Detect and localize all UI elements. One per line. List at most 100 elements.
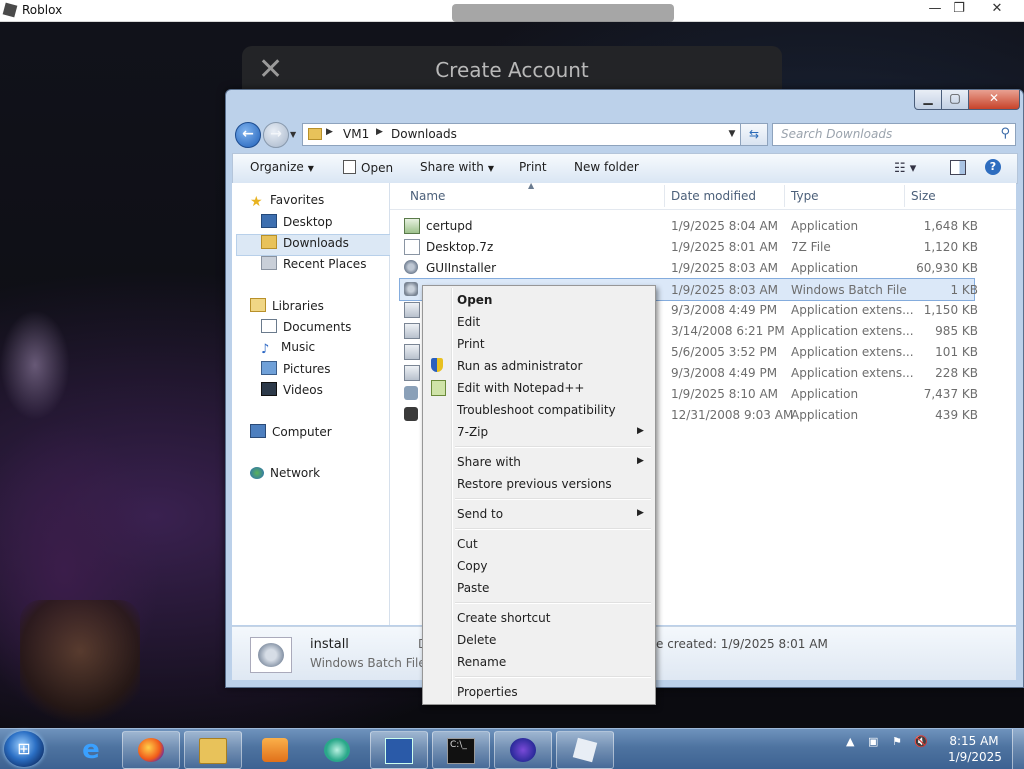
taskbar-command-prompt[interactable]: C:\_ (432, 731, 490, 769)
batch-file-icon (404, 282, 418, 296)
taskbar-roblox[interactable] (556, 731, 614, 769)
open-button[interactable]: Open (343, 160, 393, 175)
nav-pictures[interactable]: Pictures (261, 361, 331, 376)
menu-item-open[interactable]: Open (457, 293, 492, 307)
file-name: Desktop.7z (426, 240, 494, 254)
search-icon[interactable]: ⚲ (1000, 126, 1010, 141)
pictures-icon (261, 361, 277, 375)
column-divider[interactable] (664, 185, 665, 207)
roblox-close-button[interactable]: ✕ (980, 0, 1014, 19)
menu-separator (455, 528, 651, 530)
menu-item-run-as-administrator[interactable]: Run as administrator (457, 359, 582, 373)
help-icon[interactable]: ? (985, 159, 1001, 175)
taskbar-firefox-nightly[interactable] (494, 731, 552, 769)
action-center-flag-icon[interactable]: ⚑ (892, 735, 902, 748)
menu-item-share-with[interactable]: Share with (457, 455, 521, 469)
nav-documents[interactable]: Documents (261, 319, 351, 334)
clock-time: 8:15 AM (949, 734, 999, 748)
system-clock[interactable]: 8:15 AM 1/9/2025 (948, 733, 1002, 765)
menu-item-paste[interactable]: Paste (457, 581, 489, 595)
menu-item-restore-previous-versions[interactable]: Restore previous versions (457, 477, 612, 491)
column-size[interactable]: Size (911, 189, 936, 203)
taskbar-firefox[interactable] (122, 731, 180, 769)
menu-item-edit-with-notepadpp[interactable]: Edit with Notepad++ (457, 381, 584, 395)
firefox-nightly-icon (510, 738, 536, 762)
column-name[interactable]: Name (410, 189, 445, 203)
internet-explorer-icon: e (82, 735, 100, 765)
menu-item-create-shortcut[interactable]: Create shortcut (457, 611, 550, 625)
column-date-modified[interactable]: Date modified (671, 189, 756, 203)
breadcrumb-vm1[interactable]: VM1 (343, 127, 369, 141)
file-size: 1,648 KB (923, 219, 978, 233)
taskbar-virtual-machine[interactable] (370, 731, 428, 769)
new-folder-button[interactable]: New folder (574, 160, 639, 174)
menu-item-rename[interactable]: Rename (457, 655, 506, 669)
explorer-minimize-button[interactable]: ▁ (914, 90, 942, 110)
nav-documents-label: Documents (283, 320, 352, 334)
breadcrumb-arrow-icon[interactable]: ▶ (376, 127, 383, 137)
documents-icon (261, 319, 277, 333)
preview-pane-icon[interactable] (950, 160, 966, 175)
start-button[interactable]: ⊞ (4, 731, 44, 767)
explorer-maximize-button[interactable]: ▢ (941, 90, 969, 110)
column-type[interactable]: Type (791, 189, 819, 203)
file-explorer-icon (199, 738, 227, 764)
organize-button[interactable]: Organize ▼ (250, 160, 314, 174)
menu-item-copy[interactable]: Copy (457, 559, 487, 573)
file-size: 1,120 KB (923, 240, 978, 254)
notepad-plus-plus-icon (431, 380, 446, 396)
nav-music[interactable]: ♪ Music (261, 340, 315, 357)
view-options-icon[interactable]: ☷ ▾ (894, 161, 916, 176)
nav-computer[interactable]: Computer (250, 424, 332, 439)
taskbar-internet-explorer[interactable]: e (62, 731, 120, 769)
submenu-arrow-icon: ▶ (637, 508, 644, 518)
menu-item-send-to[interactable]: Send to (457, 507, 503, 521)
search-input[interactable]: Search Downloads ⚲ (772, 123, 1016, 146)
nav-desktop[interactable]: Desktop (261, 214, 333, 229)
nav-videos[interactable]: Videos (261, 382, 323, 397)
forward-button[interactable]: → (263, 122, 289, 148)
show-hidden-icons-icon[interactable]: ▲ (846, 735, 854, 748)
explorer-close-button[interactable]: ✕ (968, 90, 1020, 110)
taskbar-explorer[interactable] (184, 731, 242, 769)
breadcrumb-downloads[interactable]: Downloads (391, 127, 457, 141)
arrow-left-icon: ← (242, 126, 254, 142)
nav-favorites[interactable]: ★ Favorites (250, 193, 325, 210)
nav-downloads[interactable]: Downloads (261, 235, 349, 250)
menu-item-properties[interactable]: Properties (457, 685, 518, 699)
menu-item-print[interactable]: Print (457, 337, 485, 351)
refresh-icon: ⇆ (748, 127, 760, 141)
taskbar-media-player[interactable] (246, 731, 304, 769)
nav-network[interactable]: Network (250, 466, 320, 480)
refresh-button[interactable]: ⇆ (740, 123, 768, 146)
column-divider[interactable] (784, 185, 785, 207)
volume-muted-icon[interactable]: 🔇 (914, 735, 928, 748)
address-dropdown-icon[interactable]: ▼ (724, 124, 740, 145)
menu-item-troubleshoot-compatibility[interactable]: Troubleshoot compatibility (457, 403, 616, 417)
nav-videos-label: Videos (283, 383, 323, 397)
table-row[interactable]: Desktop.7z 1/9/2025 8:01 AM 7Z File 1,12… (400, 236, 978, 257)
back-button[interactable]: ← (235, 122, 261, 148)
share-with-button[interactable]: Share with ▼ (420, 160, 494, 174)
nav-favorites-label: Favorites (270, 193, 325, 207)
table-row[interactable]: certupd 1/9/2025 8:04 AM Application 1,6… (400, 215, 978, 236)
menu-item-delete[interactable]: Delete (457, 633, 496, 647)
recent-pages-chevron-icon[interactable]: ▼ (290, 130, 296, 139)
table-row[interactable]: GUIInstaller 1/9/2025 8:03 AM Applicatio… (400, 257, 978, 278)
network-tray-icon[interactable]: ▣ (868, 735, 878, 748)
navigation-pane: ★ Favorites Desktop Downloads Recent Plac… (232, 183, 391, 625)
show-desktop-button[interactable] (1012, 729, 1024, 769)
nav-libraries-label: Libraries (272, 299, 324, 313)
column-divider[interactable] (904, 185, 905, 207)
nav-recent-places[interactable]: Recent Places (261, 256, 366, 271)
menu-item-edit[interactable]: Edit (457, 315, 480, 329)
roblox-restore-button[interactable]: ❐ (942, 0, 976, 19)
column-header: ▲ Name Date modified Type Size (390, 181, 1016, 210)
nav-libraries[interactable]: Libraries (250, 298, 324, 313)
menu-item-cut[interactable]: Cut (457, 537, 478, 551)
breadcrumb-arrow-icon[interactable]: ▶ (326, 127, 333, 137)
address-bar[interactable]: ▶ VM1 ▶ Downloads ▼ (302, 123, 741, 146)
print-button[interactable]: Print (519, 160, 547, 174)
menu-item-7zip[interactable]: 7-Zip (457, 425, 488, 439)
taskbar-app[interactable] (308, 731, 366, 769)
